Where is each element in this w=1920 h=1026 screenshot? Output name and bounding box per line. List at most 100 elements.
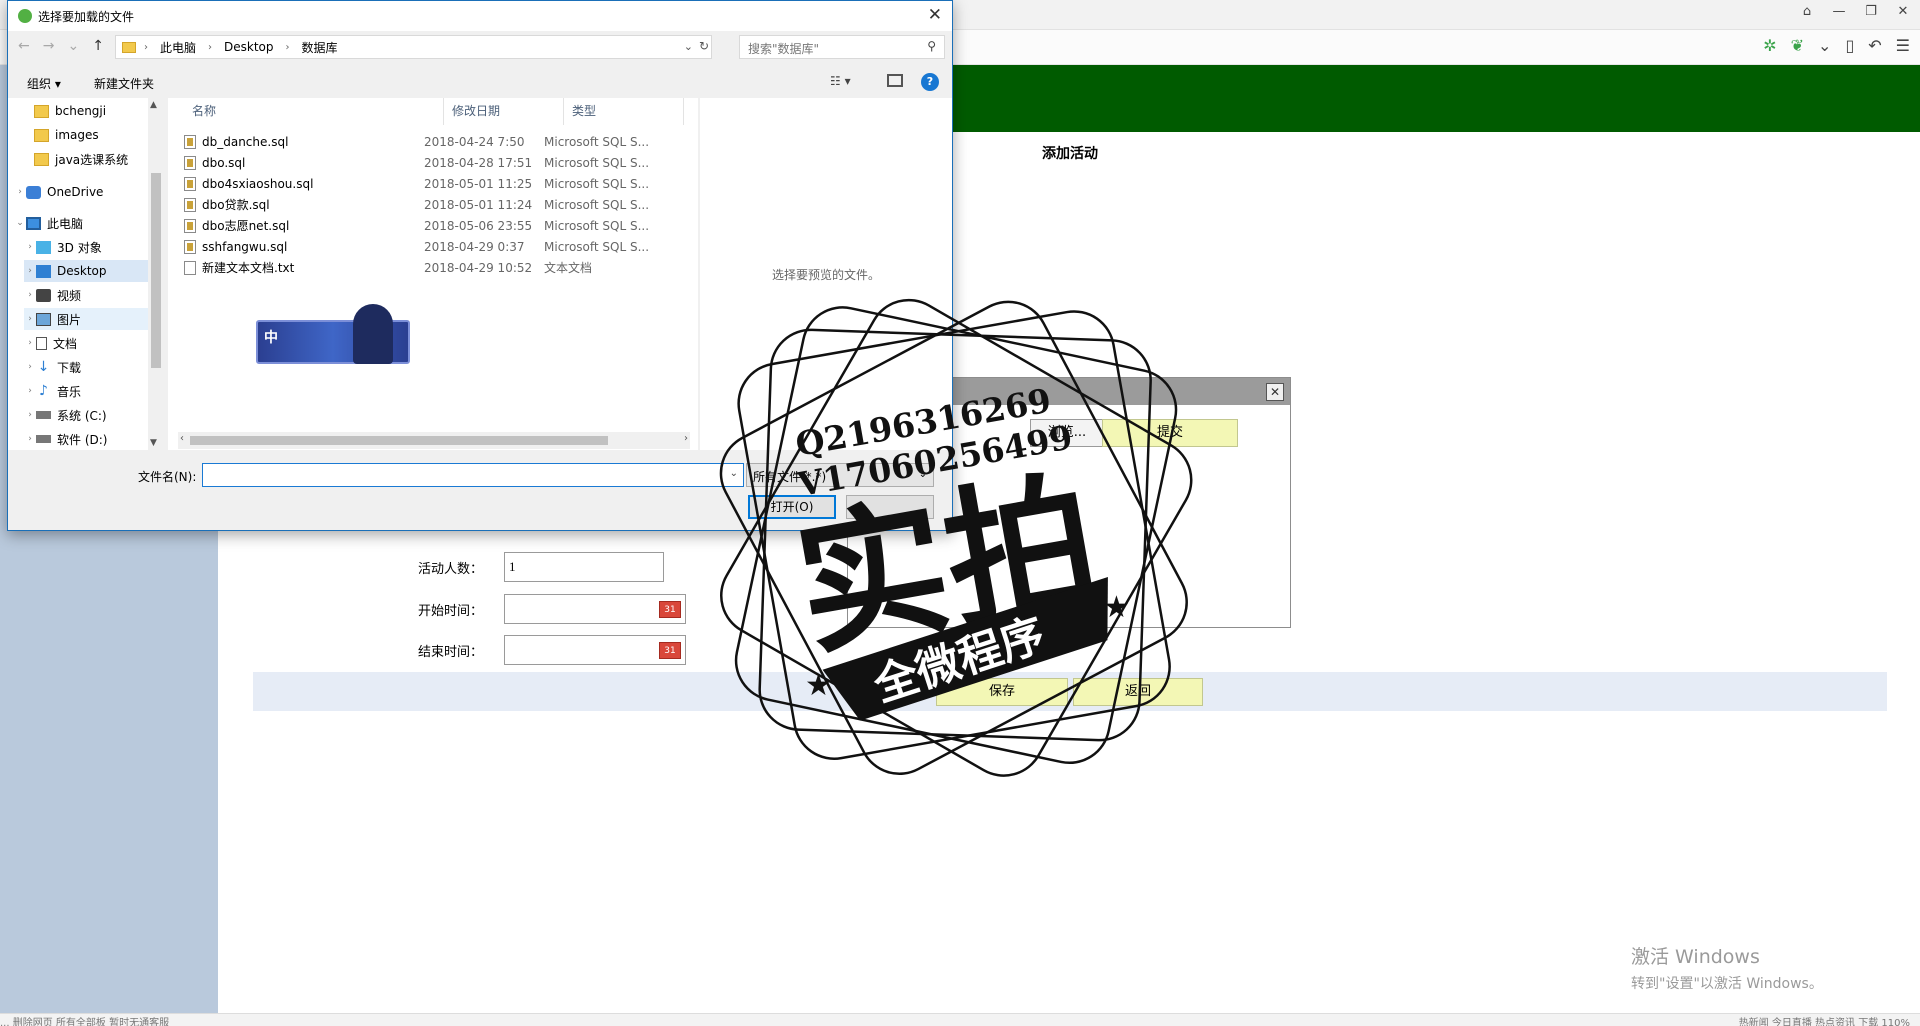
back-arrow-icon[interactable]: ← <box>18 38 30 54</box>
nav-item-music[interactable]: › ♪ 音乐 <box>24 380 164 402</box>
up-arrow-icon[interactable]: ↑ <box>92 38 104 54</box>
file-row[interactable]: dbo志愿net.sql 2018-05-06 23:55 Microsoft … <box>184 215 664 236</box>
nav-item-videos[interactable]: › 视频 <box>24 284 164 306</box>
upload-close-button[interactable]: ✕ <box>1266 383 1284 401</box>
chevron-right-icon[interactable]: › <box>24 338 36 348</box>
preview-pane-icon[interactable] <box>887 74 903 87</box>
chevron-right-icon[interactable]: › <box>24 434 36 444</box>
upload-submit-button[interactable]: 提交 <box>1102 419 1238 447</box>
leaf-icon[interactable]: ❦ <box>1791 36 1804 55</box>
organize-button[interactable]: 组织 ▾ <box>27 75 61 92</box>
chevron-right-icon[interactable]: › <box>24 386 36 396</box>
scroll-right-icon[interactable]: › <box>684 433 688 444</box>
chevron-right-icon[interactable]: › <box>24 314 36 324</box>
menu-icon[interactable]: ☰ <box>1896 36 1910 55</box>
calendar-icon[interactable]: 31 <box>659 601 681 618</box>
filetype-select[interactable]: 所有文件(*.*) ⌄ <box>746 463 934 487</box>
address-bar[interactable]: › 此电脑 › Desktop › 数据库 ⌄ ↻ <box>115 35 712 59</box>
extension-icon[interactable]: ✲ <box>1763 36 1776 55</box>
file-row[interactable]: dbo贷款.sql 2018-05-01 11:24 Microsoft SQL… <box>184 194 664 215</box>
folder-icon <box>34 152 49 166</box>
chevron-right-icon[interactable]: › <box>14 187 26 197</box>
nav-item-desktop[interactable]: › Desktop <box>24 260 148 282</box>
preview-pane: 选择要预览的文件。 <box>700 98 952 450</box>
calendar-icon[interactable]: 31 <box>659 642 681 659</box>
breadcrumb-pc[interactable]: 此电脑 <box>160 39 196 56</box>
search-icon[interactable]: ⚲ <box>927 39 936 53</box>
file-row[interactable]: db_danche.sql 2018-04-24 7:50 Microsoft … <box>184 131 664 152</box>
chevron-right-icon[interactable]: › <box>24 266 36 276</box>
breadcrumb-desktop[interactable]: Desktop <box>224 40 274 54</box>
nav-item-label: java选课系统 <box>55 152 129 167</box>
nav-item-documents[interactable]: › 文档 <box>24 332 164 354</box>
breadcrumb-database[interactable]: 数据库 <box>302 39 338 56</box>
minimize-button[interactable]: — <box>1828 4 1850 19</box>
save-button[interactable]: 保存 <box>936 678 1068 706</box>
nav-item-downloads[interactable]: › ↓ 下载 <box>24 356 164 378</box>
search-input[interactable]: 搜索"数据库" ⚲ <box>739 35 945 59</box>
nav-scrollbar[interactable]: ▲ ▼ <box>148 98 164 450</box>
file-date: 2018-05-06 23:55 <box>424 218 533 233</box>
column-type[interactable]: 类型 <box>564 98 684 125</box>
scroll-left-icon[interactable]: ‹ <box>180 433 184 444</box>
new-folder-button[interactable]: 新建文件夹 <box>94 75 154 92</box>
recent-chevron-icon[interactable]: ⌄ <box>67 38 79 54</box>
refresh-icon[interactable]: ↻ <box>699 39 709 53</box>
scroll-up-icon[interactable]: ▲ <box>150 100 157 110</box>
undo-icon[interactable]: ↶ <box>1868 36 1881 55</box>
bookmark-icon[interactable]: ▯ <box>1845 36 1854 55</box>
open-button[interactable]: 打开(O) <box>748 495 836 519</box>
file-list: 名称 修改日期 类型 db_danche.sql 2018-04-24 7:50… <box>168 98 698 450</box>
back-button[interactable]: 返回 <box>1073 678 1203 706</box>
nav-item-label: 3D 对象 <box>57 240 102 255</box>
chevron-right-icon[interactable]: › <box>24 362 36 372</box>
end-time-input[interactable]: 31 <box>504 635 686 665</box>
dialog-close-button[interactable]: ✕ <box>928 5 942 25</box>
nav-item-drive-c[interactable]: › 系统 (C:) <box>24 404 164 426</box>
nav-item-onedrive[interactable]: › OneDrive <box>14 181 154 203</box>
desktop-icon <box>36 264 51 278</box>
chevron-down-icon[interactable]: ⌄ <box>14 218 26 228</box>
chevron-down-icon[interactable]: ⌄ <box>684 40 693 53</box>
activate-windows-notice: 激活 Windows 转到"设置"以激活 Windows。 <box>1631 942 1823 993</box>
nav-item-label: 图片 <box>57 312 82 327</box>
nav-item-3d-objects[interactable]: › 3D 对象 <box>24 236 164 258</box>
file-row[interactable]: 新建文本文档.txt 2018-04-29 10:52 文本文档 <box>184 257 664 278</box>
close-window-button[interactable]: ✕ <box>1892 4 1914 19</box>
scroll-down-icon[interactable]: ▼ <box>150 438 157 448</box>
file-row[interactable]: dbo.sql 2018-04-28 17:51 Microsoft SQL S… <box>184 152 664 173</box>
forward-arrow-icon[interactable]: → <box>43 38 55 54</box>
chevron-right-icon[interactable]: › <box>24 290 36 300</box>
file-date: 2018-04-24 7:50 <box>424 134 525 149</box>
chevron-right-icon[interactable]: › <box>24 242 36 252</box>
nav-item-this-pc[interactable]: ⌄ 此电脑 <box>14 212 154 234</box>
file-row[interactable]: dbo4sxiaoshou.sql 2018-05-01 11:25 Micro… <box>184 173 664 194</box>
column-date[interactable]: 修改日期 <box>444 98 564 125</box>
chevron-right-icon[interactable]: › <box>24 410 36 420</box>
file-row[interactable]: sshfangwu.sql 2018-04-29 0:37 Microsoft … <box>184 236 664 257</box>
participants-input[interactable]: 1 <box>504 552 664 582</box>
scroll-thumb[interactable] <box>190 436 608 445</box>
filename-input[interactable]: ⌄ <box>202 463 744 487</box>
help-icon[interactable]: ? <box>921 73 939 91</box>
sql-file-icon <box>184 197 196 212</box>
status-bar: ... 删除网页 所有全部板 暂时无通客服 热新闻 今日直播 热点资讯 下载 1… <box>0 1013 1920 1026</box>
nav-item-pictures[interactable]: › 图片 <box>24 308 148 330</box>
cancel-button[interactable] <box>846 495 934 519</box>
dialog-title: 选择要加载的文件 <box>38 10 135 24</box>
chevron-down-icon[interactable]: ⌄ <box>730 468 738 479</box>
file-type: 文本文档 <box>544 261 593 275</box>
start-time-input[interactable]: 31 <box>504 594 686 624</box>
nav-item-drive-d[interactable]: › 软件 (D:) <box>24 428 164 450</box>
view-options-icon[interactable]: ☷ ▾ <box>830 74 851 88</box>
restore-button[interactable]: ❐ <box>1860 4 1882 19</box>
scroll-thumb[interactable] <box>151 173 161 368</box>
horizontal-scrollbar[interactable]: ‹ › <box>178 432 690 449</box>
toolbar-right: ✲ ❦ ⌄ ▯ ↶ ☰ <box>1763 36 1910 55</box>
nav-item-label: 文档 <box>53 336 78 351</box>
chevron-down-icon[interactable]: ⌄ <box>1818 36 1831 55</box>
column-name[interactable]: 名称 <box>184 98 444 125</box>
filename-row: 文件名(N): ⌄ 所有文件(*.*) ⌄ <box>8 461 952 491</box>
skin-icon[interactable]: ⌂ <box>1796 4 1818 19</box>
browse-button[interactable]: 浏览... <box>1030 419 1104 447</box>
